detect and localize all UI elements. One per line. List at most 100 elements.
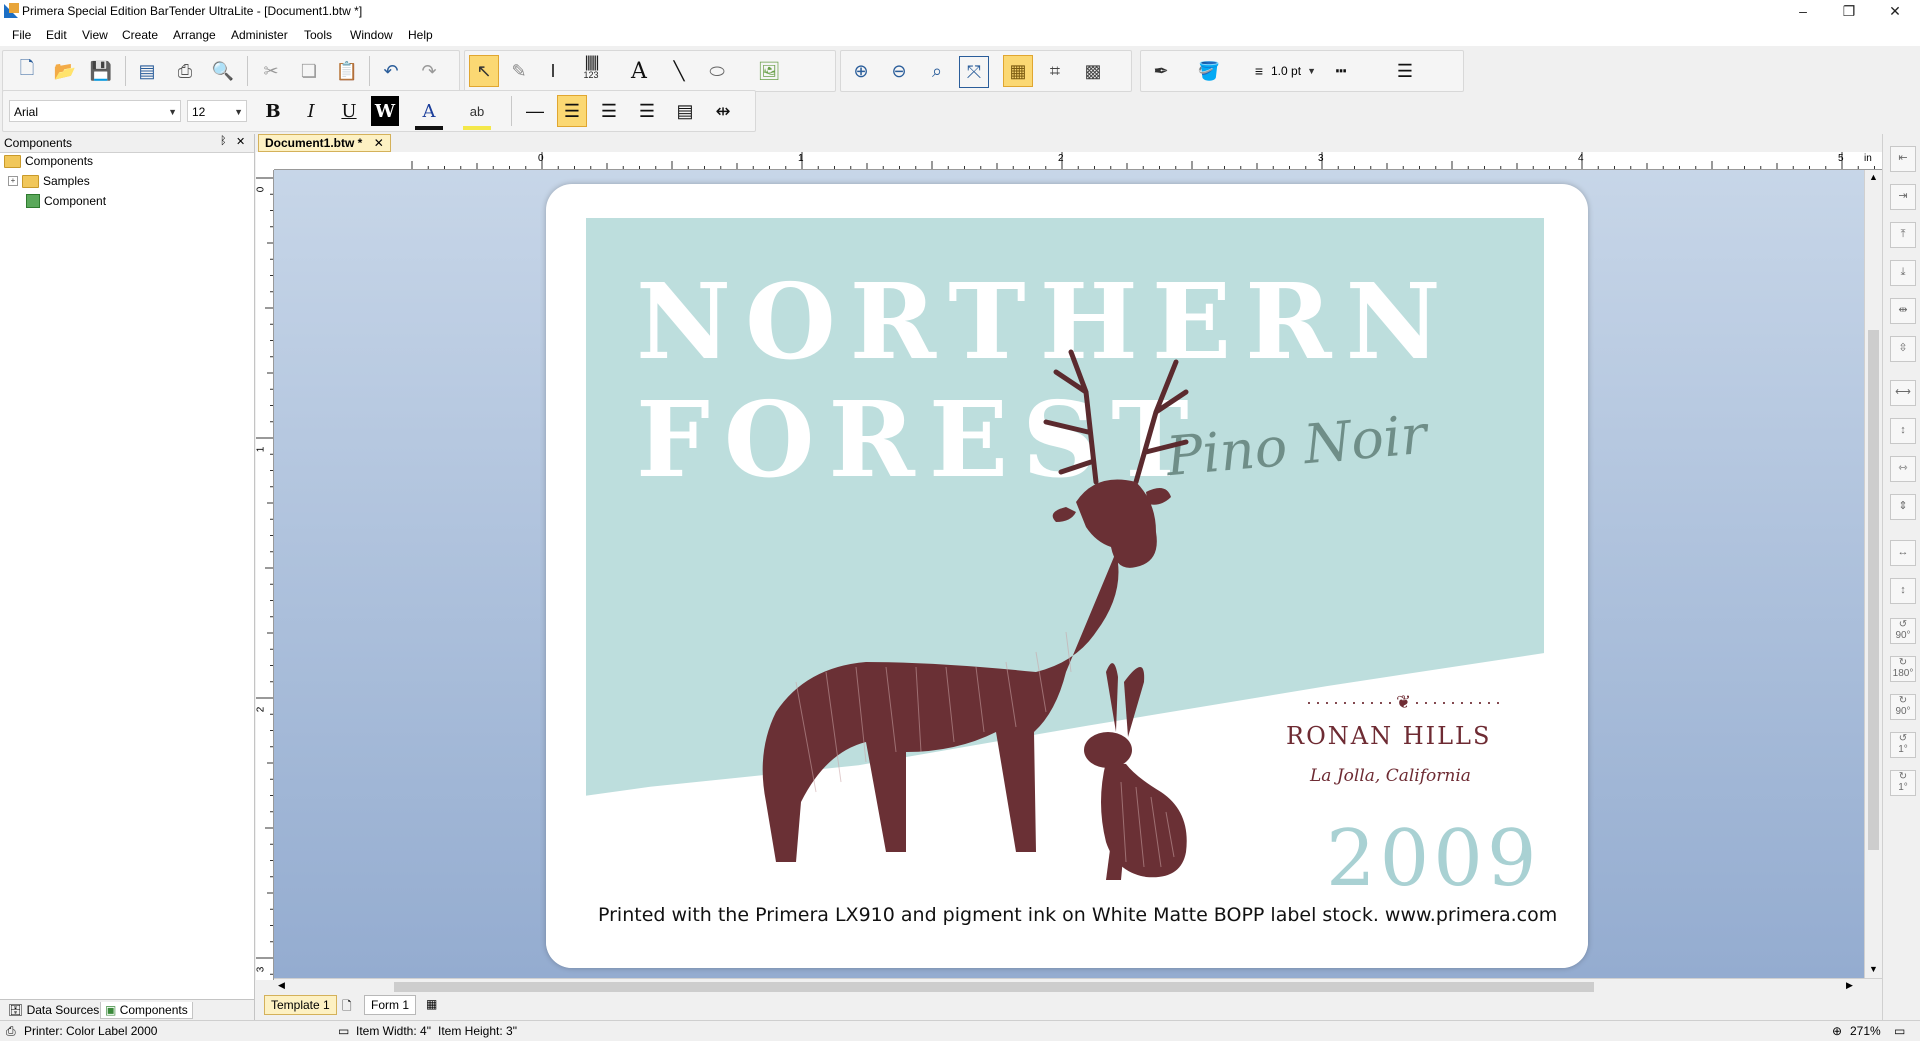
design-canvas[interactable]: NORTHERN FOREST Pino Noir ··········❦···… xyxy=(274,170,1882,978)
grid-icon[interactable]: ▩ xyxy=(1079,56,1107,86)
print-icon[interactable]: ⎙ xyxy=(171,56,199,86)
text-tool-icon[interactable]: A xyxy=(625,56,653,86)
align-right-edges-icon[interactable]: ⇥ xyxy=(1890,184,1916,210)
tree-node-components[interactable]: Components xyxy=(4,154,93,168)
line-color-icon[interactable]: ✒ xyxy=(1147,56,1175,86)
center-horizontal-icon[interactable]: ⟷ xyxy=(1890,380,1916,406)
bold-button[interactable]: B xyxy=(259,96,287,126)
menu-administer[interactable]: Administer xyxy=(231,28,288,42)
menu-view[interactable]: View xyxy=(82,28,108,42)
minimize-button[interactable]: – xyxy=(1780,0,1826,24)
fit-text-icon[interactable]: ⇹ xyxy=(709,96,737,126)
barcode-icon[interactable]: |||||| 123 xyxy=(577,54,605,84)
undo-icon[interactable]: ↶ xyxy=(377,56,405,86)
add-form-icon[interactable]: ▦ xyxy=(426,997,437,1011)
tab-template-1[interactable]: Template 1 xyxy=(264,995,337,1015)
winery-location[interactable]: La Jolla, California xyxy=(1310,766,1471,786)
rotate-180-icon[interactable]: ↻ 180° xyxy=(1890,656,1916,682)
print-preview-icon[interactable]: 🔍 xyxy=(209,56,237,86)
rotate-left-90-icon[interactable]: ↺ 90° xyxy=(1890,618,1916,644)
menu-arrange[interactable]: Arrange xyxy=(173,28,216,42)
new-document-icon[interactable]: 🗋 xyxy=(13,56,41,86)
horizontal-scrollbar[interactable]: ◀ ▶ xyxy=(274,978,1884,995)
align-left-icon[interactable]: ☰ xyxy=(557,95,587,127)
rotate-right-1-icon[interactable]: ↻ 1° xyxy=(1890,770,1916,796)
tree-node-component[interactable]: Component xyxy=(26,194,106,208)
zoom-out-icon[interactable]: ⊖ xyxy=(885,56,913,86)
guides-icon[interactable]: ⌗ xyxy=(1041,56,1069,86)
highlight-color-icon[interactable]: ab xyxy=(463,96,491,130)
align-center-icon[interactable]: ☰ xyxy=(595,96,623,126)
align-top-edges-icon[interactable]: ⤒ xyxy=(1890,222,1916,248)
font-name-select[interactable]: Arial ▼ xyxy=(9,100,181,122)
line-tool-icon[interactable]: ╲ xyxy=(665,56,693,86)
italic-button[interactable]: I xyxy=(297,96,325,126)
tab-components[interactable]: ▣ Components xyxy=(100,1002,193,1019)
align-bottom-edges-icon[interactable]: ⤓ xyxy=(1890,260,1916,286)
align-centers-horizontal-icon[interactable]: ⇹ xyxy=(1890,298,1916,324)
align-centers-vertical-icon[interactable]: ⇳ xyxy=(1890,336,1916,362)
select-tool-icon[interactable]: ↖ xyxy=(469,55,499,87)
rulers-icon[interactable]: ▦ xyxy=(1003,55,1033,87)
open-folder-icon[interactable]: 📂 xyxy=(51,56,79,86)
hare-illustration[interactable] xyxy=(1066,652,1206,892)
pin-icon[interactable]: ᛒ xyxy=(220,135,227,147)
vintage-year[interactable]: 2009 xyxy=(1326,814,1541,904)
scroll-up-icon[interactable]: ▲ xyxy=(1869,172,1878,182)
tree-node-samples[interactable]: + Samples xyxy=(8,174,90,188)
menu-edit[interactable]: Edit xyxy=(46,28,67,42)
line-style-icon[interactable]: ┅ xyxy=(1327,56,1355,86)
tab-document1[interactable]: Document1.btw * ✕ xyxy=(258,134,391,152)
close-tab-icon[interactable]: ✕ xyxy=(374,136,384,150)
menu-tools[interactable]: Tools xyxy=(304,28,332,42)
tab-data-sources[interactable]: 🗄 Data Sources xyxy=(4,1002,103,1018)
menu-window[interactable]: Window xyxy=(350,28,393,42)
scroll-right-icon[interactable]: ▶ xyxy=(1846,980,1853,991)
close-panel-icon[interactable]: ✕ xyxy=(236,135,245,148)
vertical-scrollbar[interactable]: ▲ ▼ xyxy=(1864,170,1883,978)
tab-form-1[interactable]: Form 1 xyxy=(364,995,417,1015)
vertical-ruler[interactable]: 0 1 2 3 xyxy=(255,170,274,980)
fill-color-icon[interactable]: 🪣 xyxy=(1195,56,1223,86)
scroll-thumb[interactable] xyxy=(1868,330,1879,850)
space-horizontal-icon[interactable]: ⇿ xyxy=(1890,456,1916,482)
menu-help[interactable]: Help xyxy=(408,28,433,42)
space-vertical-icon[interactable]: ⇕ xyxy=(1890,494,1916,520)
close-button[interactable]: ✕ xyxy=(1872,0,1918,24)
copy-icon[interactable]: ❏ xyxy=(295,56,323,86)
format-painter-icon[interactable]: ✎ xyxy=(505,56,533,86)
font-size-select[interactable]: 12 ▼ xyxy=(187,100,247,122)
zoom-icon[interactable]: ⊕ xyxy=(1832,1024,1842,1038)
shape-tool-icon[interactable]: ⬭ xyxy=(703,56,731,86)
underline-button[interactable]: U xyxy=(335,96,363,126)
cut-icon[interactable]: ✂ xyxy=(257,56,285,86)
zoom-slider[interactable]: ▭ xyxy=(1894,1024,1905,1038)
rotate-right-90-icon[interactable]: ↻ 90° xyxy=(1890,694,1916,720)
font-color-icon[interactable]: A xyxy=(415,96,443,130)
center-vertical-icon[interactable]: ↕ xyxy=(1890,418,1916,444)
same-height-icon[interactable]: ↕ xyxy=(1890,578,1916,604)
menu-create[interactable]: Create xyxy=(122,28,158,42)
scroll-down-icon[interactable]: ▼ xyxy=(1869,964,1878,974)
align-left-edges-icon[interactable]: ⇤ xyxy=(1890,146,1916,172)
menu-file[interactable]: File xyxy=(12,28,31,42)
line-ends-icon[interactable]: ☰ xyxy=(1391,56,1419,86)
horizontal-ruler[interactable]: 0 1 2 3 4 5 in xyxy=(274,152,1884,170)
horizontal-line-icon[interactable]: — xyxy=(521,96,549,126)
zoom-in-icon[interactable]: ⊕ xyxy=(847,56,875,86)
scroll-thumb[interactable] xyxy=(394,982,1594,992)
expand-plus-icon[interactable]: + xyxy=(8,176,18,186)
label-template[interactable]: NORTHERN FOREST Pino Noir ··········❦···… xyxy=(546,184,1588,968)
scroll-left-icon[interactable]: ◀ xyxy=(278,980,285,991)
page-setup-icon[interactable]: ▤ xyxy=(133,56,161,86)
line-width-select[interactable]: 1.0 pt ▼ xyxy=(1267,60,1319,82)
text-cursor-icon[interactable]: I xyxy=(539,56,567,86)
picture-tool-icon[interactable]: 🖼 xyxy=(755,56,783,86)
zoom-window-icon[interactable]: ⌕ xyxy=(923,56,951,86)
zoom-level[interactable]: 271% xyxy=(1850,1024,1881,1038)
restore-button[interactable]: ❐ xyxy=(1826,0,1872,24)
align-right-icon[interactable]: ☰ xyxy=(633,96,661,126)
footer-text[interactable]: Printed with the Primera LX910 and pigme… xyxy=(598,904,1557,926)
rotate-left-1-icon[interactable]: ↺ 1° xyxy=(1890,732,1916,758)
reverse-text-button[interactable]: W xyxy=(371,96,399,126)
